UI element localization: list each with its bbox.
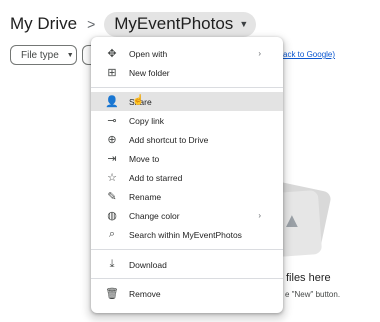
search-icon: ⌕ [108, 228, 116, 240]
menu-divider [91, 278, 283, 279]
download-icon: ⤓ [109, 258, 115, 270]
breadcrumb: My Drive > MyEventPhotos ▼ [10, 11, 257, 37]
caret-down-icon: ▼ [66, 51, 74, 59]
move-folder-icon: ⇥ [107, 153, 117, 165]
back-to-google-link[interactable]: ack to Google) [283, 50, 335, 59]
menu-divider [91, 249, 283, 250]
menu-item-new-folder[interactable]: ⊞ New folder [91, 63, 283, 82]
breadcrumb-separator: > [87, 16, 96, 32]
current-folder-label: MyEventPhotos [114, 13, 234, 33]
menu-item-share[interactable]: 👤 Share ☝ [91, 92, 283, 111]
empty-state-subtitle: e "New" button. [285, 290, 341, 299]
move-arrows-icon: ✥ [107, 48, 117, 60]
caret-down-icon: ▼ [239, 18, 249, 29]
menu-item-open-with[interactable]: ✥ Open with › [91, 44, 283, 63]
hand-cursor-icon: ☝ [132, 95, 145, 106]
new-folder-icon: ⊞ [107, 67, 117, 79]
pencil-icon: ✎ [107, 191, 117, 203]
trash-icon: 🗑 [105, 288, 119, 300]
breadcrumb-current-folder[interactable]: MyEventPhotos ▼ [104, 11, 257, 37]
menu-item-move-to[interactable]: ⇥ Move to [91, 149, 283, 168]
menu-item-remove[interactable]: 🗑 Remove [91, 284, 283, 303]
menu-item-copy-link[interactable]: ⊸ Copy link [91, 111, 283, 130]
menu-item-change-color[interactable]: ◍ Change color › [91, 206, 283, 225]
palette-icon: ◍ [107, 210, 117, 222]
link-icon: ⊸ [107, 115, 117, 127]
star-icon: ☆ [107, 172, 117, 184]
context-menu: ✥ Open with › ⊞ New folder 👤 Share ☝ ⊸ C… [91, 37, 283, 313]
add-shortcut-icon: ⊕ [107, 134, 117, 146]
person-add-icon: 👤 [105, 96, 119, 108]
menu-item-search-within[interactable]: ⌕ Search within MyEventPhotos [91, 225, 283, 244]
breadcrumb-my-drive[interactable]: My Drive [10, 14, 77, 34]
menu-item-download[interactable]: ⤓ Download [91, 255, 283, 274]
file-type-filter-label: File type [21, 49, 59, 61]
chevron-right-icon: › [258, 49, 261, 58]
empty-state-title: files here [286, 272, 331, 284]
menu-divider [91, 87, 283, 88]
menu-item-add-starred[interactable]: ☆ Add to starred [91, 168, 283, 187]
chevron-right-icon: › [258, 211, 261, 220]
menu-item-add-shortcut[interactable]: ⊕ Add shortcut to Drive [91, 130, 283, 149]
file-type-filter[interactable]: File type ▼ [10, 45, 77, 65]
menu-item-rename[interactable]: ✎ Rename [91, 187, 283, 206]
drive-logo-icon: ▲ [282, 210, 302, 232]
